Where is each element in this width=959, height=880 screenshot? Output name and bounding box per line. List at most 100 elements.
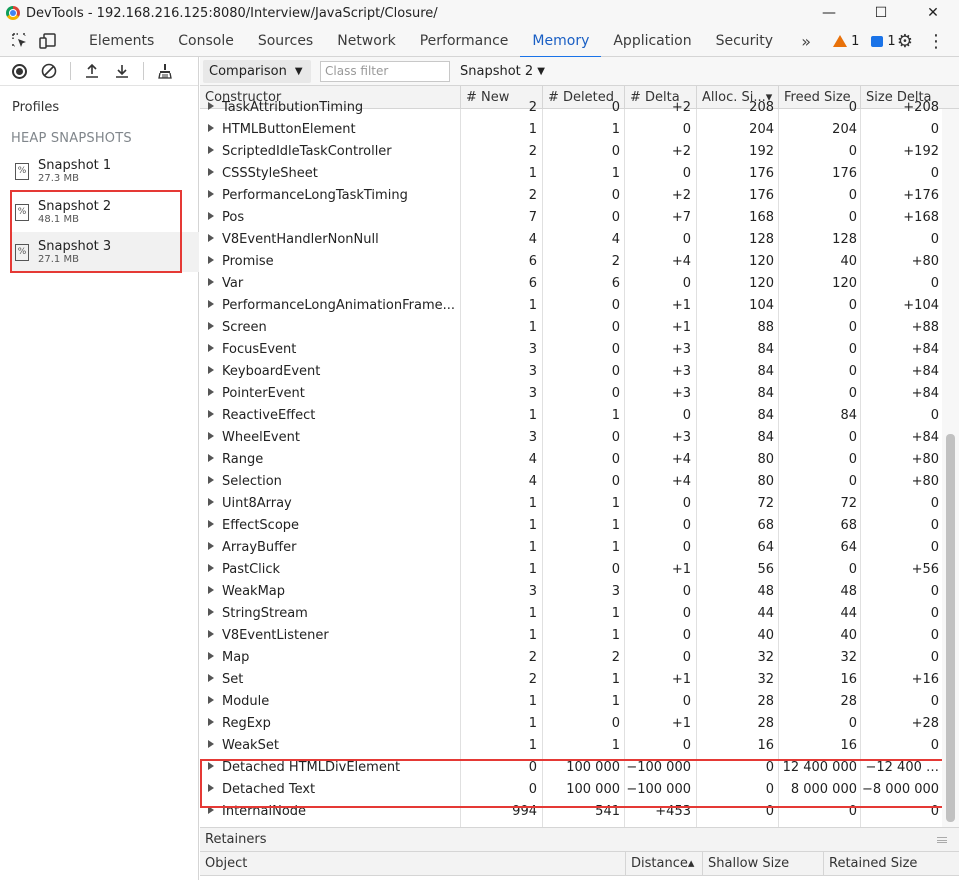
column-header-distance[interactable]: Distance▴	[625, 852, 702, 876]
constructor-name: Module	[222, 694, 270, 709]
clear-icon[interactable]	[40, 62, 58, 80]
expand-triangle-icon[interactable]	[208, 454, 214, 462]
new-count-cell: 4	[528, 474, 537, 489]
minimize-button[interactable]: —	[803, 0, 855, 26]
table-row[interactable]: Var 6 6 0 120 120 0	[200, 273, 940, 295]
table-row[interactable]: Uint8Array 1 1 0 72 72 0	[200, 493, 940, 515]
table-row[interactable]: PointerEvent 3 0 +3 84 0 +84	[200, 383, 940, 405]
table-row[interactable]: Range 4 0 +4 80 0 +80	[200, 449, 940, 471]
expand-triangle-icon[interactable]	[208, 278, 214, 286]
table-row[interactable]: V8EventListener 1 1 0 40 40 0	[200, 625, 940, 647]
table-row[interactable]: Promise 6 2 +4 120 40 +80	[200, 251, 940, 273]
table-row[interactable]: ScriptedIdleTaskController 2 0 +2 192 0 +192	[200, 141, 940, 163]
table-row[interactable]: PastClick 1 0 +1 56 0 +56	[200, 559, 940, 581]
messages-badge[interactable]: 1	[871, 34, 896, 49]
delta-count-cell: +1	[671, 320, 691, 335]
garbage-collect-icon[interactable]	[156, 62, 174, 80]
alloc-size-cell: 120	[749, 254, 774, 269]
expand-triangle-icon[interactable]	[208, 586, 214, 594]
expand-triangle-icon[interactable]	[208, 234, 214, 242]
expand-triangle-icon[interactable]	[208, 476, 214, 484]
expand-triangle-icon[interactable]	[208, 740, 214, 748]
upload-icon[interactable]	[83, 62, 101, 80]
record-icon[interactable]	[10, 62, 28, 80]
device-toolbar-icon[interactable]	[39, 32, 57, 50]
expand-triangle-icon[interactable]	[208, 146, 214, 154]
table-row[interactable]: Pos 7 0 +7 168 0 +168	[200, 207, 940, 229]
expand-triangle-icon[interactable]	[208, 696, 214, 704]
expand-triangle-icon[interactable]	[208, 520, 214, 528]
table-row[interactable]: KeyboardEvent 3 0 +3 84 0 +84	[200, 361, 940, 383]
tab-network[interactable]: Network	[325, 26, 407, 57]
expand-triangle-icon[interactable]	[208, 608, 214, 616]
table-row[interactable]: WheelEvent 3 0 +3 84 0 +84	[200, 427, 940, 449]
expand-triangle-icon[interactable]	[208, 718, 214, 726]
table-row[interactable]: EffectScope 1 1 0 68 68 0	[200, 515, 940, 537]
expand-triangle-icon[interactable]	[208, 322, 214, 330]
table-row[interactable]: ReactiveEffect 1 1 0 84 84 0	[200, 405, 940, 427]
table-row[interactable]: Selection 4 0 +4 80 0 +80	[200, 471, 940, 493]
table-row[interactable]: Screen 1 0 +1 88 0 +88	[200, 317, 940, 339]
more-tabs-button[interactable]: »	[793, 32, 819, 51]
table-row[interactable]: WeakSet 1 1 0 16 16 0	[200, 735, 940, 757]
expand-triangle-icon[interactable]	[208, 542, 214, 550]
scrollbar-thumb[interactable]	[946, 434, 955, 822]
tab-security[interactable]: Security	[704, 26, 786, 57]
expand-triangle-icon[interactable]	[208, 344, 214, 352]
expand-triangle-icon[interactable]	[208, 388, 214, 396]
column-header-retained-size[interactable]: Retained Size	[823, 852, 959, 876]
expand-triangle-icon[interactable]	[208, 366, 214, 374]
table-row[interactable]: PerformanceLongTaskTiming 2 0 +2 176 0 +176	[200, 185, 940, 207]
expand-triangle-icon[interactable]	[208, 102, 214, 110]
warnings-badge[interactable]: 1	[833, 34, 859, 49]
table-row[interactable]: Module 1 1 0 28 28 0	[200, 691, 940, 713]
settings-gear-icon[interactable]: ⚙	[897, 31, 913, 52]
expand-triangle-icon[interactable]	[208, 410, 214, 418]
expand-triangle-icon[interactable]	[208, 124, 214, 132]
table-row[interactable]: PerformanceLongAnimationFrame... 1 0 +1 104 0…	[200, 295, 940, 317]
tab-sources[interactable]: Sources	[246, 26, 325, 57]
expand-triangle-icon[interactable]	[208, 564, 214, 572]
table-row[interactable]: ArrayBuffer 1 1 0 64 64 0	[200, 537, 940, 559]
retainers-title-bar[interactable]: Retainers	[200, 828, 959, 852]
table-row[interactable]: CSSStyleSheet 1 1 0 176 176 0	[200, 163, 940, 185]
view-mode-select[interactable]: Comparison ▼	[203, 59, 311, 83]
tab-performance[interactable]: Performance	[408, 26, 521, 57]
table-row[interactable]: Map 2 2 0 32 32 0	[200, 647, 940, 669]
inspect-element-icon[interactable]	[11, 32, 29, 50]
maximize-button[interactable]: ☐	[855, 0, 907, 26]
table-row[interactable]: TaskAttributionTiming 2 0 +2 208 0 +208	[200, 97, 940, 119]
table-row[interactable]: StringStream 1 1 0 44 44 0	[200, 603, 940, 625]
tab-console[interactable]: Console	[166, 26, 246, 57]
expand-triangle-icon[interactable]	[208, 652, 214, 660]
column-header-object[interactable]: Object	[200, 852, 625, 876]
snapshot-item-1[interactable]: % Snapshot 1 27.3 MB	[11, 151, 199, 191]
table-row[interactable]: RegExp 1 0 +1 28 0 +28	[200, 713, 940, 735]
table-row[interactable]: V8EventHandlerNonNull 4 4 0 128 128 0	[200, 229, 940, 251]
table-row[interactable]: FocusEvent 3 0 +3 84 0 +84	[200, 339, 940, 361]
table-scrollbar[interactable]	[942, 109, 959, 827]
tab-memory[interactable]: Memory	[520, 26, 602, 58]
table-row[interactable]: HTMLButtonElement 1 1 0 204 204 0	[200, 119, 940, 141]
column-header-shallow-size[interactable]: Shallow Size	[702, 852, 823, 876]
expand-triangle-icon[interactable]	[208, 190, 214, 198]
expand-triangle-icon[interactable]	[208, 630, 214, 638]
download-icon[interactable]	[113, 62, 131, 80]
close-button[interactable]: ✕	[907, 0, 959, 26]
table-row[interactable]: Set 2 1 +1 32 16 +16	[200, 669, 940, 691]
expand-triangle-icon[interactable]	[208, 256, 214, 264]
expand-triangle-icon[interactable]	[208, 300, 214, 308]
expand-triangle-icon[interactable]	[208, 498, 214, 506]
freed-size-cell: 72	[840, 496, 857, 511]
drag-handle-icon[interactable]	[937, 837, 947, 843]
class-filter-input[interactable]	[320, 60, 450, 82]
table-row[interactable]: WeakMap 3 3 0 48 48 0	[200, 581, 940, 603]
tab-elements[interactable]: Elements	[77, 26, 166, 57]
expand-triangle-icon[interactable]	[208, 432, 214, 440]
more-options-icon[interactable]: ⋮	[927, 31, 945, 52]
expand-triangle-icon[interactable]	[208, 168, 214, 176]
expand-triangle-icon[interactable]	[208, 674, 214, 682]
compare-snapshot-select[interactable]: Snapshot 2 ▼	[460, 64, 545, 79]
tab-application[interactable]: Application	[601, 26, 703, 57]
expand-triangle-icon[interactable]	[208, 212, 214, 220]
